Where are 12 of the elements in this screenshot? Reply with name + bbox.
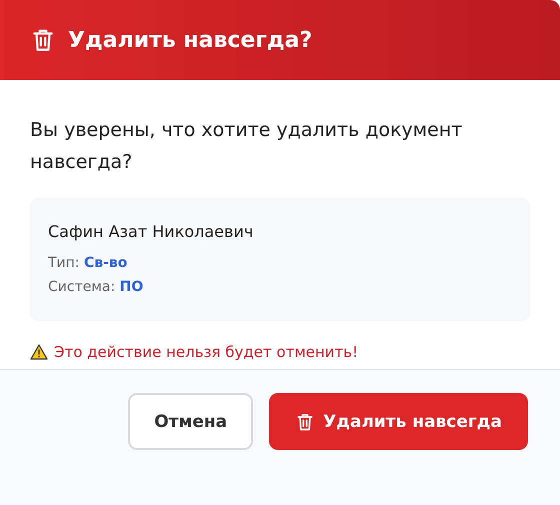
- delete-button[interactable]: Удалить навсегда: [269, 393, 528, 450]
- warning-icon: [30, 344, 48, 360]
- dialog-title: Удалить навсегда?: [68, 28, 312, 52]
- field-value: ПО: [120, 279, 144, 295]
- confirm-message: Вы уверены, что хотите удалить документ навсегда?: [30, 118, 464, 175]
- cancel-button[interactable]: Отмена: [128, 393, 254, 450]
- field-label: Система:: [48, 279, 116, 295]
- warning-text: Это действие нельзя будет отменить!: [54, 343, 358, 361]
- document-name: Сафин Азат Николаевич: [48, 222, 254, 241]
- field-value: Св-во: [84, 255, 128, 271]
- field-label: Тип:: [48, 255, 80, 271]
- trash-icon: [295, 412, 316, 432]
